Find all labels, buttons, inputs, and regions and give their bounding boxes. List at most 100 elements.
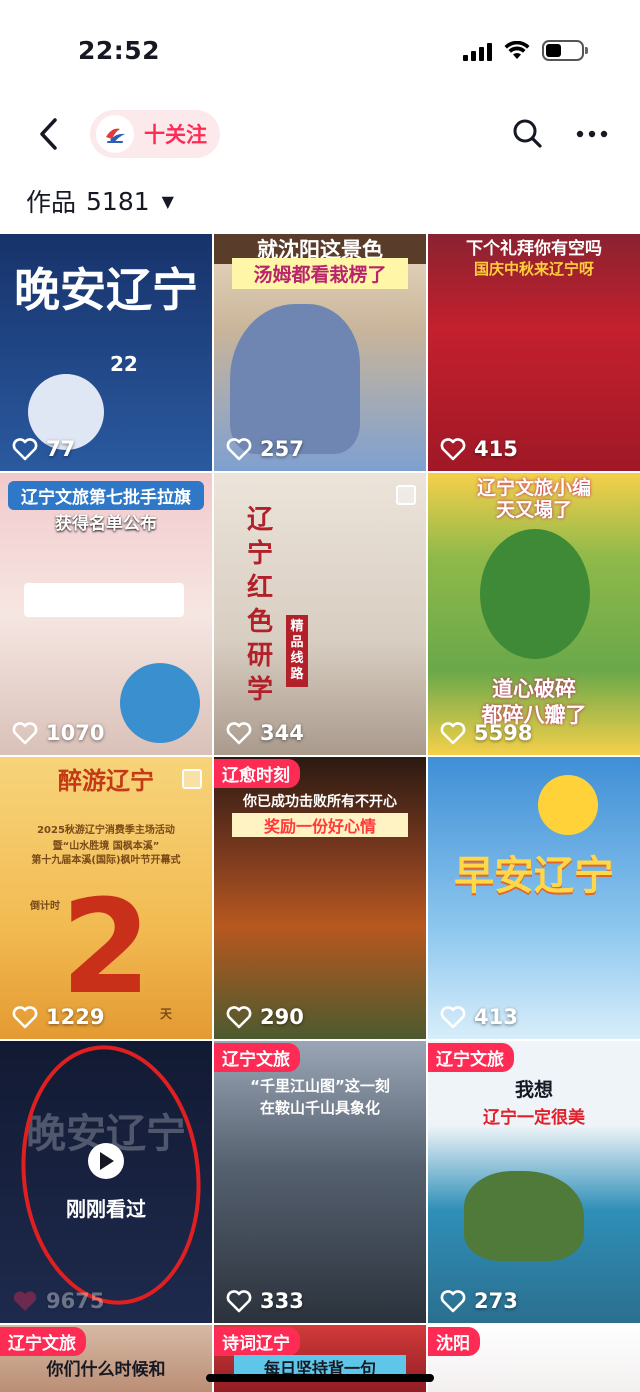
- tile-subtitle: 第十九届本溪(国际)枫叶节开幕式: [31, 855, 181, 866]
- banner-flag-illustration: [24, 583, 184, 617]
- like-count-value: 333: [260, 1289, 304, 1313]
- like-count-value: 1070: [46, 721, 105, 745]
- caret-down-icon: ▼: [161, 191, 174, 211]
- like-count-value: 415: [474, 437, 518, 461]
- countdown-number: 2: [60, 871, 152, 1023]
- video-tile[interactable]: 下个礼拜你有空吗 国庆中秋来辽宁呀 415: [428, 234, 640, 471]
- like-count: 257: [226, 437, 304, 461]
- like-count: 290: [226, 1005, 304, 1029]
- tile-title: 晚安辽宁: [14, 263, 198, 317]
- multi-image-icon: [396, 485, 416, 505]
- like-count: 77: [12, 437, 75, 461]
- like-count-value: 257: [260, 437, 304, 461]
- tile-subtitle: 2025秋游辽宁消费季主场活动: [37, 825, 175, 836]
- video-tile[interactable]: 辽愈时刻 你已成功击败所有不开心 奖励一份好心情 290: [214, 757, 426, 1039]
- tile-subtitle: 汤姆都看栽楞了: [232, 258, 408, 289]
- tile-title: 下个礼拜你有空吗: [466, 239, 602, 259]
- follow-label: 十关注: [144, 123, 207, 147]
- logo-icon: [99, 118, 131, 150]
- cellular-signal-icon: [463, 41, 492, 61]
- heart-icon: [440, 1006, 466, 1029]
- island-illustration: [464, 1171, 584, 1261]
- video-tile[interactable]: 辽宁文旅小编 天又塌了 道心破碎 都碎八瓣了 5598: [428, 473, 640, 755]
- tile-title: 辽宁红色研学: [246, 505, 273, 705]
- heart-icon: [12, 438, 38, 461]
- like-count-value: 413: [474, 1005, 518, 1029]
- wifi-icon: [504, 40, 530, 59]
- topic-tag: 辽宁文旅: [214, 1043, 300, 1072]
- tile-subtitle: 暨“山水胜境 国枫本溪”: [52, 841, 160, 852]
- video-tile[interactable]: 晚安辽宁 22 77: [0, 234, 212, 471]
- heart-icon: [440, 438, 466, 461]
- heart-icon: [226, 722, 252, 745]
- tile-subtitle: 奖励一份好心情: [232, 813, 408, 837]
- tile-title: 醉游辽宁: [58, 767, 154, 795]
- tile-title: 我想: [514, 1079, 553, 1101]
- heart-icon: [226, 1006, 252, 1029]
- status-icons: [463, 40, 588, 61]
- tile-title: 你们什么时候和: [46, 1360, 166, 1380]
- countdown-unit: 天: [160, 1007, 173, 1021]
- like-count-value: 344: [260, 721, 304, 745]
- works-count: 5181: [86, 186, 150, 216]
- search-icon[interactable]: [508, 114, 548, 154]
- tile-subtitle: 在鞍山千山具象化: [259, 1099, 380, 1117]
- video-tile[interactable]: 辽宁文旅 “千里江山图”这一刻 在鞍山千山具象化 333: [214, 1041, 426, 1323]
- tile-title: “千里江山图”这一刻: [250, 1077, 390, 1095]
- heart-icon: [13, 1291, 37, 1311]
- like-count: 5598: [440, 721, 532, 745]
- like-count-value: 1229: [46, 1005, 105, 1029]
- like-count: 1070: [12, 721, 104, 745]
- nav-bar: 十关注: [0, 100, 640, 168]
- home-indicator[interactable]: [206, 1374, 434, 1382]
- video-tile[interactable]: 醉游辽宁 2025秋游辽宁消费季主场活动 暨“山水胜境 国枫本溪” 第十九届本溪…: [0, 757, 212, 1039]
- globe-illustration: [120, 663, 200, 743]
- video-tile[interactable]: 辽宁红色研学 精品线路 344: [214, 473, 426, 755]
- back-icon: [40, 118, 57, 150]
- topic-tag: 辽宁文旅: [0, 1327, 86, 1356]
- tile-subtitle: 国庆中秋来辽宁呀: [473, 260, 594, 278]
- like-count: 1229: [12, 1005, 104, 1029]
- like-count: 273: [440, 1289, 518, 1313]
- battery-icon: [542, 40, 588, 61]
- video-tile[interactable]: 晚安辽宁 刚刚看过 9675: [0, 1041, 212, 1323]
- like-count: 9675: [12, 1289, 104, 1313]
- video-tile[interactable]: 早安辽宁 413: [428, 757, 640, 1039]
- status-time: 22:52: [78, 36, 161, 65]
- avatar[interactable]: [96, 115, 134, 153]
- tile-title: 早安辽宁: [454, 853, 614, 899]
- works-filter[interactable]: 作品 5181 ▼: [26, 184, 174, 218]
- follow-button[interactable]: 十关注: [90, 110, 220, 158]
- heart-icon: [440, 722, 466, 745]
- heart-icon: [226, 1290, 252, 1313]
- heart-icon: [12, 1006, 38, 1029]
- video-tile[interactable]: 辽宁文旅 我想 辽宁一定很美 273: [428, 1041, 640, 1323]
- tile-subtitle: 天又塌了: [495, 499, 572, 521]
- tile-subtitle: 获得名单公布: [55, 514, 157, 534]
- tom-cat-illustration: [230, 304, 360, 454]
- like-count-value: 5598: [474, 721, 533, 745]
- more-icon[interactable]: [572, 114, 612, 154]
- topic-tag: 辽愈时刻: [214, 759, 300, 788]
- back-button[interactable]: [26, 112, 70, 156]
- tile-subtitle: 辽宁一定很美: [483, 1108, 585, 1128]
- topic-tag: 辽宁文旅: [428, 1043, 514, 1072]
- tile-title: 辽宁文旅第七批手拉旗: [8, 481, 204, 510]
- tile-subtitle: 精品线路: [286, 615, 308, 687]
- tile-title: 你已成功击败所有不开心: [243, 794, 397, 810]
- video-tile[interactable]: 辽宁文旅 你们什么时候和: [0, 1325, 212, 1392]
- video-tile[interactable]: 辽宁文旅第七批手拉旗 获得名单公布 1070: [0, 473, 212, 755]
- topic-tag: 沈阳: [428, 1327, 480, 1356]
- topic-tag: 诗词辽宁: [214, 1327, 300, 1356]
- heart-icon: [12, 722, 38, 745]
- video-tile[interactable]: 就沈阳这景色 汤姆都看栽楞了 257: [214, 234, 426, 471]
- like-count: 415: [440, 437, 518, 461]
- heart-icon: [440, 1290, 466, 1313]
- like-count-value: 77: [46, 437, 76, 461]
- video-tile[interactable]: 沈阳: [428, 1325, 640, 1392]
- like-count: 413: [440, 1005, 518, 1029]
- watermelon-face-illustration: [480, 529, 590, 659]
- sun-illustration: [538, 775, 598, 835]
- like-count-value: 273: [474, 1289, 518, 1313]
- tile-subtitle: 22: [110, 352, 138, 376]
